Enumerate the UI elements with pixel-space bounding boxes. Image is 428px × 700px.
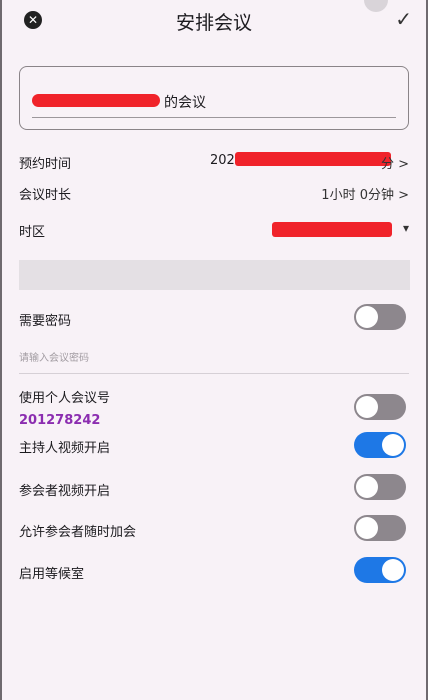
join-anytime-toggle[interactable] (354, 515, 406, 541)
option-label: 启用等候室 (19, 567, 85, 582)
start-time-suffix: 分 > (380, 157, 409, 172)
timezone-row[interactable]: 时区 ▾ (19, 221, 409, 240)
option-label: 主持人视频开启 (19, 441, 111, 456)
pmi-toggle[interactable] (354, 394, 406, 420)
option-row: 允许参会者随时加会 (19, 521, 409, 540)
password-label: 需要密码 (19, 314, 72, 329)
topic-suffix: 的会议 (164, 95, 206, 111)
start-time-prefix: 202 (210, 153, 235, 168)
pmi-row: 使用个人会议号 (19, 387, 409, 406)
option-row: 参会者视频开启 (19, 480, 409, 499)
page-title: 安排会议 (175, 12, 252, 34)
topic-input[interactable]: 的会议 (19, 66, 409, 130)
password-input[interactable]: 请输入会议密码 (19, 349, 89, 364)
chevron-down-icon: ▾ (402, 221, 409, 235)
toggle-knob (356, 306, 378, 328)
pmi-number: 201278242 (19, 413, 101, 428)
toggle-knob (356, 476, 378, 498)
duration-row[interactable]: 会议时长 1小时 0分钟 > (19, 184, 409, 203)
duration-value: 1小时 0分钟 > (321, 188, 409, 203)
participant-video-toggle[interactable] (354, 474, 406, 500)
option-label: 参会者视频开启 (19, 484, 111, 499)
left-edge (0, 0, 2, 700)
waiting-room-toggle[interactable] (354, 557, 406, 583)
topic-underline (32, 117, 396, 118)
duration-label: 会议时长 (19, 188, 72, 203)
divider (19, 373, 409, 374)
redaction-mark (235, 152, 391, 166)
toggle-knob (382, 434, 404, 456)
option-row: 启用等候室 (19, 563, 409, 582)
check-icon[interactable]: ✓ (395, 7, 412, 31)
timezone-label: 时区 (19, 225, 46, 240)
header: ✕ 安排会议 ✓ (0, 0, 428, 42)
option-label: 允许参会者随时加会 (19, 525, 137, 540)
pmi-label: 使用个人会议号 (19, 391, 111, 406)
blank-section (19, 260, 410, 290)
option-row: 主持人视频开启 (19, 437, 409, 456)
password-toggle[interactable] (354, 304, 406, 330)
start-time-row[interactable]: 预约时间 202 分 > (19, 152, 409, 172)
host-video-toggle[interactable] (354, 432, 406, 458)
start-time-label: 预约时间 (19, 157, 72, 172)
redaction-mark (272, 222, 392, 237)
password-row: 需要密码 (19, 308, 409, 334)
toggle-knob (356, 517, 378, 539)
redaction-mark (32, 94, 160, 107)
toggle-knob (382, 559, 404, 581)
toggle-knob (356, 396, 378, 418)
